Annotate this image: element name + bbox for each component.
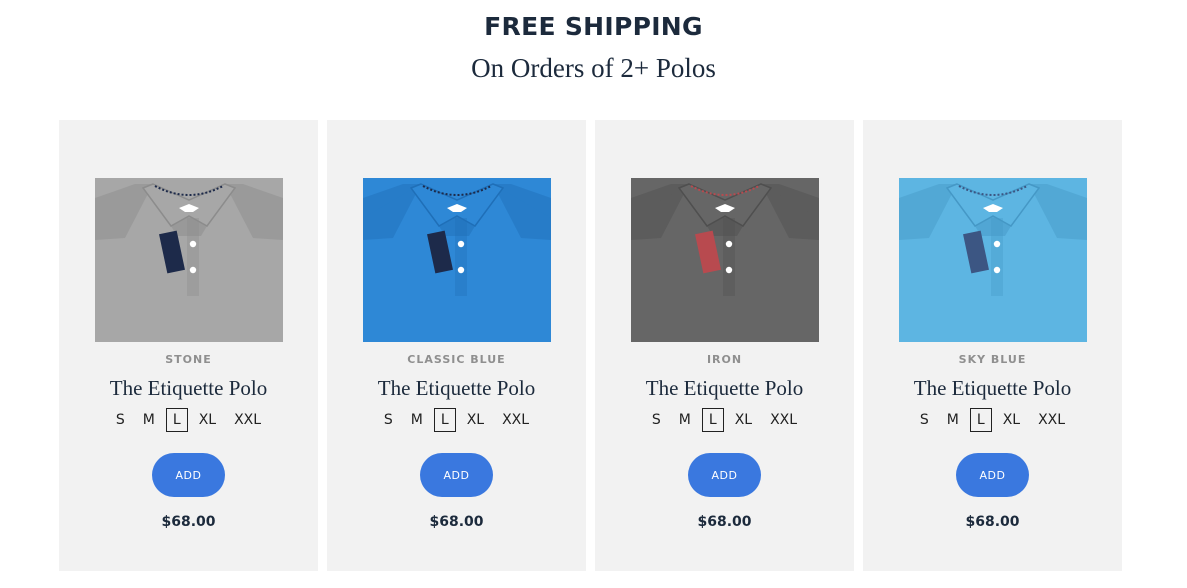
- size-selector: S M L XL XXL: [59, 408, 318, 432]
- size-option-s[interactable]: S: [109, 408, 132, 432]
- product-image[interactable]: [363, 178, 551, 342]
- size-selector: S M L XL XXL: [595, 408, 854, 432]
- product-title[interactable]: The Etiquette Polo: [327, 376, 586, 401]
- promo-subline: On Orders of 2+ Polos: [471, 53, 716, 83]
- product-card[interactable]: CLASSIC BLUE The Etiquette Polo S M L XL XXL…: [327, 120, 586, 571]
- size-option-xxl[interactable]: XXL: [227, 408, 268, 432]
- product-image[interactable]: [95, 178, 283, 342]
- product-price: $68.00: [697, 514, 752, 530]
- size-option-s[interactable]: S: [645, 408, 668, 432]
- add-to-cart-button[interactable]: ADD: [688, 453, 761, 497]
- product-card[interactable]: IRON The Etiquette Polo S M L XL XXL ADD $68…: [595, 120, 854, 571]
- product-price: $68.00: [429, 514, 484, 530]
- size-option-xl[interactable]: XL: [996, 408, 1027, 432]
- size-selector: S M L XL XXL: [327, 408, 586, 432]
- add-to-cart-button[interactable]: ADD: [420, 453, 493, 497]
- size-option-xxl[interactable]: XXL: [763, 408, 804, 432]
- product-title[interactable]: The Etiquette Polo: [595, 376, 854, 401]
- size-option-l[interactable]: L: [969, 408, 992, 432]
- size-option-xl[interactable]: XL: [460, 408, 491, 432]
- size-option-m[interactable]: M: [136, 408, 162, 432]
- add-to-cart-button[interactable]: ADD: [956, 453, 1029, 497]
- product-color-name: STONE: [165, 353, 212, 366]
- size-option-xxl[interactable]: XXL: [495, 408, 536, 432]
- product-card[interactable]: SKY BLUE The Etiquette Polo S M L XL XXL ADD…: [863, 120, 1122, 571]
- size-option-l[interactable]: L: [701, 408, 724, 432]
- product-image[interactable]: [631, 178, 819, 342]
- size-option-m[interactable]: M: [940, 408, 966, 432]
- size-option-s[interactable]: S: [913, 408, 936, 432]
- promo-headline: FREE SHIPPING: [484, 12, 703, 41]
- product-color-name: SKY BLUE: [958, 353, 1027, 366]
- product-price: $68.00: [965, 514, 1020, 530]
- size-selector: S M L XL XXL: [863, 408, 1122, 432]
- size-option-l[interactable]: L: [165, 408, 188, 432]
- product-color-name: CLASSIC BLUE: [407, 353, 506, 366]
- product-title[interactable]: The Etiquette Polo: [863, 376, 1122, 401]
- size-option-m[interactable]: M: [404, 408, 430, 432]
- product-image[interactable]: [899, 178, 1087, 342]
- size-option-s[interactable]: S: [377, 408, 400, 432]
- size-option-m[interactable]: M: [672, 408, 698, 432]
- product-price: $68.00: [161, 514, 216, 530]
- product-color-name: IRON: [706, 353, 743, 366]
- size-option-xxl[interactable]: XXL: [1031, 408, 1072, 432]
- add-to-cart-button[interactable]: ADD: [152, 453, 225, 497]
- product-title[interactable]: The Etiquette Polo: [59, 376, 318, 401]
- size-option-l[interactable]: L: [433, 408, 456, 432]
- size-option-xl[interactable]: XL: [192, 408, 223, 432]
- product-card[interactable]: STONE The Etiquette Polo S M L XL XXL ADD $6…: [59, 120, 318, 571]
- size-option-xl[interactable]: XL: [728, 408, 759, 432]
